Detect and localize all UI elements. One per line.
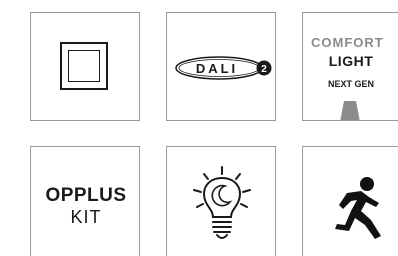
tile-dali2[interactable]: DALI 2	[166, 12, 276, 121]
dali-text: DALI	[196, 61, 238, 76]
tile-opplus-kit[interactable]: OPPLUS KIT	[30, 146, 140, 256]
comfort-light-beam-icon	[340, 101, 360, 120]
tile-comfort-light[interactable]: COMFORT LIGHT NEXT GEN	[302, 12, 398, 121]
running-person-icon	[335, 177, 381, 239]
lightbulb-moon-icon	[193, 166, 251, 239]
frame-inner-square	[68, 50, 100, 82]
opplus-line2: KIT	[70, 207, 102, 227]
tile-frame[interactable]	[30, 12, 140, 121]
tile-running-person[interactable]	[302, 146, 398, 256]
opplus-line1: OPPLUS	[45, 185, 127, 206]
dali2-logo-icon: DALI 2	[175, 56, 272, 80]
dali-badge-text: 2	[261, 64, 267, 75]
tile-night-light[interactable]	[166, 146, 276, 256]
